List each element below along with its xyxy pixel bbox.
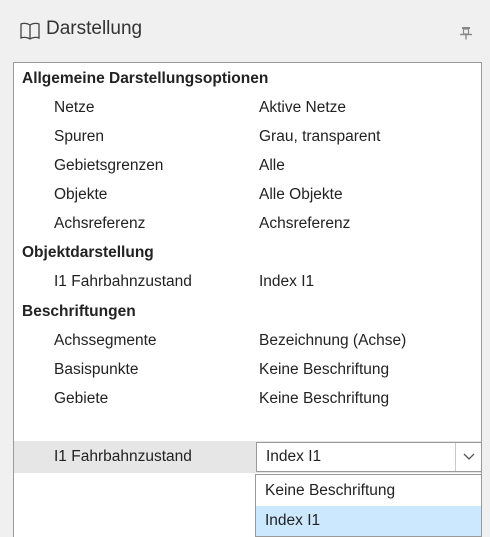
dropdown-option-index-i1[interactable]: Index I1: [256, 506, 481, 536]
dropdown-option-keine-beschriftung[interactable]: Keine Beschriftung: [256, 476, 481, 506]
property-value[interactable]: Alle Objekte: [259, 179, 343, 211]
option-label: Keine Beschriftung: [265, 482, 396, 499]
property-value[interactable]: Bezeichnung (Achse): [259, 325, 406, 357]
chevron-down-icon: [463, 453, 475, 460]
property-name: Basispunkte: [54, 361, 139, 378]
category-label: Allgemeine Darstellungsoptionen: [22, 70, 269, 87]
property-value[interactable]: Index I1: [259, 266, 314, 298]
property-name: Achssegmente: [54, 332, 157, 349]
category-label: Objektdarstellung: [22, 244, 154, 261]
property-row-i1-fahrbahnzustand[interactable]: I1 Fahrbahnzustand Index I1: [14, 266, 481, 298]
property-row-achsreferenz[interactable]: Achsreferenz Achsreferenz: [14, 208, 481, 240]
property-name: Objekte: [54, 186, 108, 203]
panel-header: Darstellung: [0, 0, 490, 62]
category-label: Beschriftungen: [22, 303, 136, 320]
category-beschriftungen[interactable]: Beschriftungen: [14, 296, 481, 328]
property-row-spuren[interactable]: Spuren Grau, transparent: [14, 121, 481, 153]
property-row-gebietsgrenzen[interactable]: Gebietsgrenzen Alle: [14, 150, 481, 182]
property-value[interactable]: Aktive Netze: [259, 92, 346, 124]
pin-icon[interactable]: [460, 26, 472, 40]
property-row-objekte[interactable]: Objekte Alle Objekte: [14, 179, 481, 211]
property-grid: Allgemeine Darstellungsoptionen Netze Ak…: [13, 62, 482, 537]
combobox-value: Index I1: [266, 448, 322, 465]
dropdown-button[interactable]: [455, 443, 481, 471]
property-value[interactable]: Grau, transparent: [259, 121, 380, 153]
property-row-basispunkte[interactable]: Basispunkte Keine Beschriftung: [14, 354, 481, 386]
panel-title: Darstellung: [46, 18, 143, 39]
property-row-netze[interactable]: Netze Aktive Netze: [14, 92, 481, 124]
book-icon: [20, 22, 40, 40]
property-value[interactable]: Alle: [259, 150, 285, 182]
property-row-achssegmente[interactable]: Achssegmente Bezeichnung (Achse): [14, 325, 481, 357]
property-row-gebiete[interactable]: Gebiete Keine Beschriftung: [14, 383, 481, 415]
category-objektdarstellung[interactable]: Objektdarstellung: [14, 237, 481, 269]
property-name: Gebietsgrenzen: [54, 157, 164, 174]
value-combobox[interactable]: Index I1: [256, 442, 482, 472]
property-name: Netze: [54, 99, 95, 116]
property-value[interactable]: Keine Beschriftung: [259, 354, 389, 386]
property-name: I1 Fahrbahnzustand: [54, 273, 192, 290]
property-name: Achsreferenz: [54, 215, 146, 232]
property-row-i1-fahrbahnzustand-beschriftung[interactable]: I1 Fahrbahnzustand Index I1: [14, 441, 482, 473]
property-name: Gebiete: [54, 390, 109, 407]
property-name: I1 Fahrbahnzustand: [54, 448, 192, 465]
category-allgemeine-darstellungsoptionen[interactable]: Allgemeine Darstellungsoptionen: [14, 63, 481, 95]
property-name: Spuren: [54, 128, 104, 145]
dropdown-list[interactable]: Keine Beschriftung Index I1: [255, 474, 482, 537]
property-value[interactable]: Achsreferenz: [259, 208, 350, 240]
option-label: Index I1: [265, 512, 321, 529]
property-value[interactable]: Keine Beschriftung: [259, 383, 389, 415]
